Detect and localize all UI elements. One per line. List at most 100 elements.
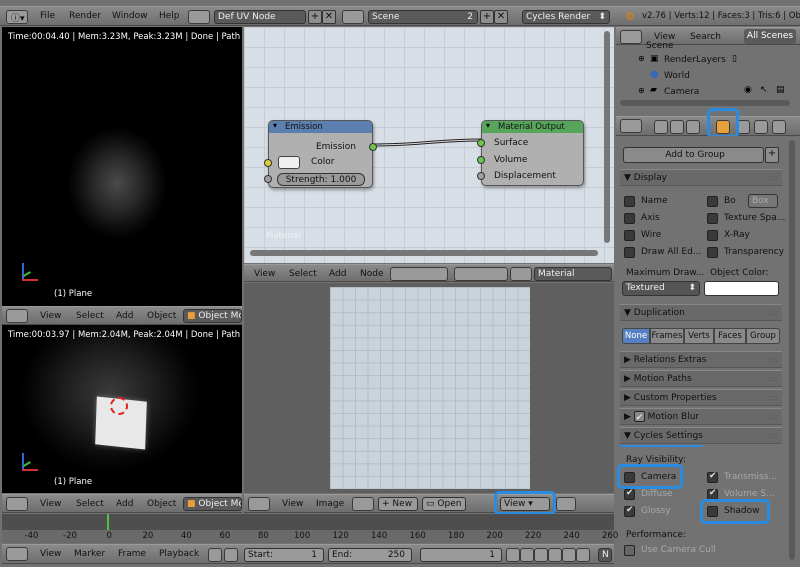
diffuse-visibility-checkbox[interactable]	[624, 488, 635, 500]
outliner-world[interactable]: World	[664, 71, 690, 81]
mode-select[interactable]: ■ Object Mo	[183, 309, 242, 323]
editor-type-icon[interactable]	[6, 547, 28, 561]
displacement-input-socket[interactable]	[477, 172, 485, 180]
material-select[interactable]: Material	[534, 267, 612, 281]
collapse-arrow-icon[interactable]: ▾	[486, 121, 490, 130]
editor-type-icon[interactable]	[6, 497, 28, 511]
editor-type-icon[interactable]	[6, 309, 28, 323]
strength-field[interactable]: Strength: 1.000	[277, 173, 365, 186]
open-image-button[interactable]: ▭ Open	[422, 497, 466, 511]
outliner-scene[interactable]: Scene	[646, 41, 673, 51]
draw-all-edges-checkbox[interactable]	[624, 247, 635, 258]
axis-checkbox[interactable]	[624, 213, 635, 224]
expand-icon[interactable]: ⊕	[638, 86, 645, 95]
menu-view[interactable]: View	[40, 495, 61, 513]
glossy-visibility-checkbox[interactable]	[624, 505, 635, 517]
data-tab-icon[interactable]	[772, 120, 786, 134]
custom-properties-panel-header[interactable]: ▶ Custom Properties ::::	[620, 389, 782, 406]
bounds-type-select[interactable]: Box	[748, 194, 778, 208]
play-icon[interactable]	[548, 548, 562, 562]
rendered-viewport-bottom[interactable]: Time:00:03.97 | Mem:2.04M, Peak:2.04M | …	[2, 325, 242, 493]
menu-view[interactable]: View	[254, 265, 275, 283]
menu-add[interactable]: Add	[116, 307, 133, 325]
editor-type-icon[interactable]	[248, 497, 270, 511]
dup-option-faces[interactable]: Faces	[714, 328, 746, 344]
info-icon[interactable]: ⓘ▾	[6, 10, 28, 24]
drag-grip-icon[interactable]: ::::	[769, 390, 778, 406]
emission-node[interactable]: Emission ▾ Emission Color Strength: 1.00…	[264, 120, 377, 188]
menu-marker[interactable]: Marker	[74, 545, 105, 563]
name-checkbox[interactable]	[624, 196, 635, 207]
render-tab-icon[interactable]	[654, 120, 668, 134]
duplication-panel-header[interactable]: ▼ Duplication ::::	[620, 304, 782, 321]
dup-option-none[interactable]: None	[622, 328, 650, 344]
sync-select[interactable]: N	[598, 548, 612, 562]
menu-object[interactable]: Object	[147, 495, 176, 513]
pin-icon[interactable]	[556, 497, 576, 511]
render-layers-tab-icon[interactable]	[670, 120, 684, 134]
play-reverse-icon[interactable]	[534, 548, 548, 562]
use-camera-cull-checkbox[interactable]	[624, 545, 635, 556]
motion-paths-panel-header[interactable]: ▶ Motion Paths ::::	[620, 370, 782, 387]
drag-grip-icon[interactable]: ::::	[769, 352, 778, 368]
drag-grip-icon[interactable]: ::::	[769, 371, 778, 387]
menu-playback[interactable]: Playback	[159, 545, 199, 563]
menu-object[interactable]: Object	[147, 307, 176, 325]
menu-render[interactable]: Render	[69, 7, 101, 25]
editor-type-icon[interactable]	[620, 30, 642, 44]
color-input-socket[interactable]	[264, 159, 272, 167]
menu-view[interactable]: View	[40, 545, 61, 563]
menu-window[interactable]: Window	[112, 7, 148, 25]
menu-frame[interactable]: Frame	[118, 545, 146, 563]
scene-tab-icon[interactable]	[686, 120, 700, 134]
drag-grip-icon[interactable]: ::::	[769, 305, 778, 321]
current-frame-indicator[interactable]	[107, 514, 109, 530]
cycles-settings-panel-header[interactable]: ▼ Cycles Settings ::::	[620, 427, 782, 444]
transmission-visibility-checkbox[interactable]	[707, 471, 718, 483]
motion-blur-checkbox[interactable]	[633, 410, 645, 426]
menu-file[interactable]: File	[40, 7, 55, 25]
render-engine-select[interactable]: Cycles Render ⬍	[522, 10, 610, 24]
strength-input-socket[interactable]	[264, 175, 272, 183]
object-color-swatch[interactable]	[704, 281, 779, 296]
material-output-node[interactable]: Material Output ▾ Surface Volume Displac…	[477, 120, 584, 186]
add-scene-button[interactable]: +	[480, 10, 494, 24]
wire-checkbox[interactable]	[624, 230, 635, 241]
bounds-checkbox[interactable]	[707, 196, 718, 207]
image-browse-icon[interactable]	[352, 497, 374, 511]
add-to-group-button[interactable]: Add to Group	[623, 147, 764, 163]
tab-search[interactable]: Search	[690, 28, 721, 46]
current-frame-field[interactable]: 1	[420, 548, 502, 562]
scene-field[interactable]: Scene 2	[368, 10, 478, 24]
scene-icon[interactable]	[342, 10, 364, 24]
color-swatch[interactable]	[278, 156, 300, 169]
menu-view[interactable]: View	[40, 307, 61, 325]
start-frame-field[interactable]: Start: 1	[244, 548, 324, 562]
end-frame-field[interactable]: End: 250	[328, 548, 412, 562]
menu-add[interactable]: Add	[116, 495, 133, 513]
remove-scene-button[interactable]: ✕	[494, 10, 508, 24]
preview-range-icon[interactable]	[224, 548, 238, 562]
xray-checkbox[interactable]	[707, 230, 718, 241]
display-panel-header[interactable]: ▼ Display ::::	[620, 169, 782, 186]
shader-nodes-icon[interactable]	[390, 267, 448, 281]
tab-all-scenes[interactable]: All Scenes	[744, 29, 796, 44]
node-editor[interactable]: Emission ▾ Emission Color Strength: 1.00…	[244, 27, 614, 263]
texture-space-checkbox[interactable]	[707, 213, 718, 224]
record-icon[interactable]	[208, 548, 222, 562]
menu-add[interactable]: Add	[329, 265, 346, 283]
menu-select[interactable]: Select	[76, 307, 104, 325]
drag-grip-icon[interactable]: ::::	[769, 428, 778, 444]
vertical-scrollbar[interactable]	[604, 31, 610, 243]
dup-option-frames[interactable]: Frames	[650, 328, 684, 344]
expand-icon[interactable]: ⊕	[638, 54, 645, 63]
relations-extras-panel-header[interactable]: ▶ Relations Extras ::::	[620, 351, 782, 368]
remove-screen-button[interactable]: ✕	[322, 10, 336, 24]
menu-help[interactable]: Help	[159, 7, 180, 25]
editor-type-icon[interactable]	[620, 119, 642, 133]
menu-select[interactable]: Select	[76, 495, 104, 513]
transparency-checkbox[interactable]	[707, 247, 718, 258]
render-icon[interactable]: ▤	[776, 85, 785, 95]
timeline[interactable]: -40 -20 0 20 40 60 80 100 120 140 160 180 200 220 240 2…	[2, 514, 618, 543]
object-shader-icon[interactable]	[454, 267, 508, 281]
